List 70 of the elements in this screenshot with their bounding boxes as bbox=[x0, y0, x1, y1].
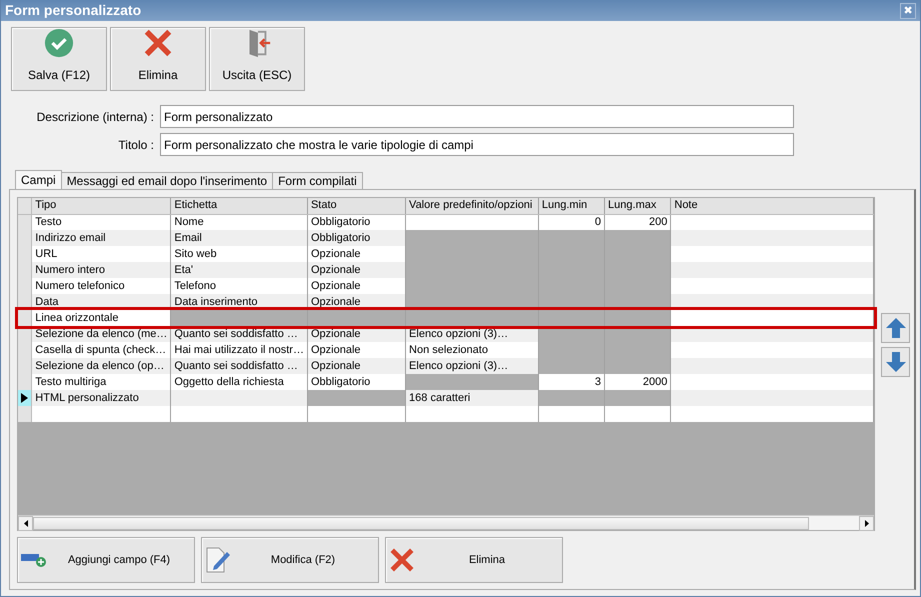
move-up-button[interactable] bbox=[881, 313, 910, 343]
toolbar-button[interactable]: Elimina bbox=[110, 27, 206, 91]
table-cell: Selezione da elenco (op… bbox=[32, 358, 171, 374]
text-field[interactable]: Form personalizzato che mostra le varie tipologie di campi bbox=[160, 133, 794, 156]
cross-icon bbox=[142, 28, 174, 58]
column-header[interactable]: Tipo bbox=[32, 198, 171, 214]
table-cell: Quanto sei soddisfatto … bbox=[170, 358, 308, 374]
window-title: Form personalizzato bbox=[5, 1, 142, 20]
column-header[interactable]: Note bbox=[670, 198, 874, 214]
table-cell: Testo bbox=[32, 214, 171, 230]
table-cell: Hai mai utilizzato il nostr… bbox=[170, 342, 308, 358]
column-header[interactable]: Lung.max bbox=[604, 198, 671, 214]
toolbar-button[interactable]: Salva (F12) bbox=[11, 27, 107, 91]
table-cell: Testo multiriga bbox=[32, 374, 171, 390]
action-button[interactable]: Elimina bbox=[385, 537, 563, 583]
table-cell: URL bbox=[32, 246, 171, 262]
table-cell: 168 caratteri bbox=[406, 390, 538, 406]
scroll-right-icon[interactable] bbox=[864, 520, 868, 526]
table-cell: Numero intero bbox=[32, 262, 171, 278]
row-header[interactable] bbox=[18, 390, 32, 406]
table-cell: Elenco opzioni (3)… bbox=[406, 358, 538, 374]
table-cell: Email bbox=[170, 230, 308, 246]
table-cell: 0 bbox=[538, 214, 605, 230]
toolbar-button[interactable]: Uscita (ESC) bbox=[209, 27, 305, 91]
scroll-left-icon[interactable] bbox=[24, 520, 28, 526]
column-header[interactable]: Stato bbox=[307, 198, 406, 214]
table-cell: Obbligatorio bbox=[307, 230, 406, 246]
table-cell: Opzionale bbox=[307, 262, 406, 278]
current-row-icon bbox=[21, 393, 28, 403]
up-arrow-icon bbox=[884, 317, 906, 339]
row-header bbox=[18, 198, 32, 214]
table-cell: Opzionale bbox=[307, 246, 406, 262]
table-cell: Nome bbox=[170, 214, 308, 230]
text-field[interactable]: Form personalizzato bbox=[160, 105, 794, 128]
table-cell: Obbligatorio bbox=[307, 214, 406, 230]
table-cell: Numero telefonico bbox=[32, 278, 171, 294]
action-button[interactable]: Aggiungi campo (F4) bbox=[17, 537, 195, 583]
add-field-icon bbox=[21, 552, 47, 568]
table-cell: Casella di spunta (check… bbox=[32, 342, 171, 358]
table-cell: Opzionale bbox=[307, 342, 406, 358]
table-cell: 3 bbox=[538, 374, 605, 390]
check-icon bbox=[43, 28, 75, 58]
field-label: Titolo : bbox=[117, 136, 154, 154]
table-cell: Sito web bbox=[170, 246, 308, 262]
table-cell: HTML personalizzato bbox=[32, 390, 171, 406]
horizontal-scrollbar[interactable] bbox=[18, 515, 874, 530]
table-cell: Telefono bbox=[170, 278, 308, 294]
column-header[interactable]: Etichetta bbox=[170, 198, 308, 214]
edit-document-icon bbox=[205, 546, 231, 574]
table-cell: Linea orizzontale bbox=[32, 310, 171, 326]
move-down-button[interactable] bbox=[881, 347, 910, 377]
table-cell: Indirizzo email bbox=[32, 230, 171, 246]
table-cell: Oggetto della richiesta bbox=[170, 374, 308, 390]
table-cell: Non selezionato bbox=[406, 342, 538, 358]
table-cell: 200 bbox=[604, 214, 671, 230]
table-cell: Opzionale bbox=[307, 358, 406, 374]
table-cell: Obbligatorio bbox=[307, 374, 406, 390]
down-arrow-icon bbox=[884, 351, 906, 373]
tab[interactable]: Messaggi ed email dopo l'inserimento bbox=[60, 172, 274, 189]
table-cell: Eta' bbox=[170, 262, 308, 278]
tab[interactable]: Form compilati bbox=[272, 172, 363, 189]
scrollbar-thumb[interactable] bbox=[33, 516, 809, 530]
tab[interactable]: Campi bbox=[15, 170, 62, 189]
table-cell: Opzionale bbox=[307, 278, 406, 294]
cross-icon bbox=[389, 547, 415, 573]
table-cell: 2000 bbox=[604, 374, 671, 390]
column-header[interactable]: Lung.min bbox=[538, 198, 605, 214]
field-label: Descrizione (interna) : bbox=[36, 108, 154, 126]
column-header[interactable]: Valore predefinito/opzioni bbox=[406, 198, 538, 214]
action-button[interactable]: Modifica (F2) bbox=[201, 537, 379, 583]
